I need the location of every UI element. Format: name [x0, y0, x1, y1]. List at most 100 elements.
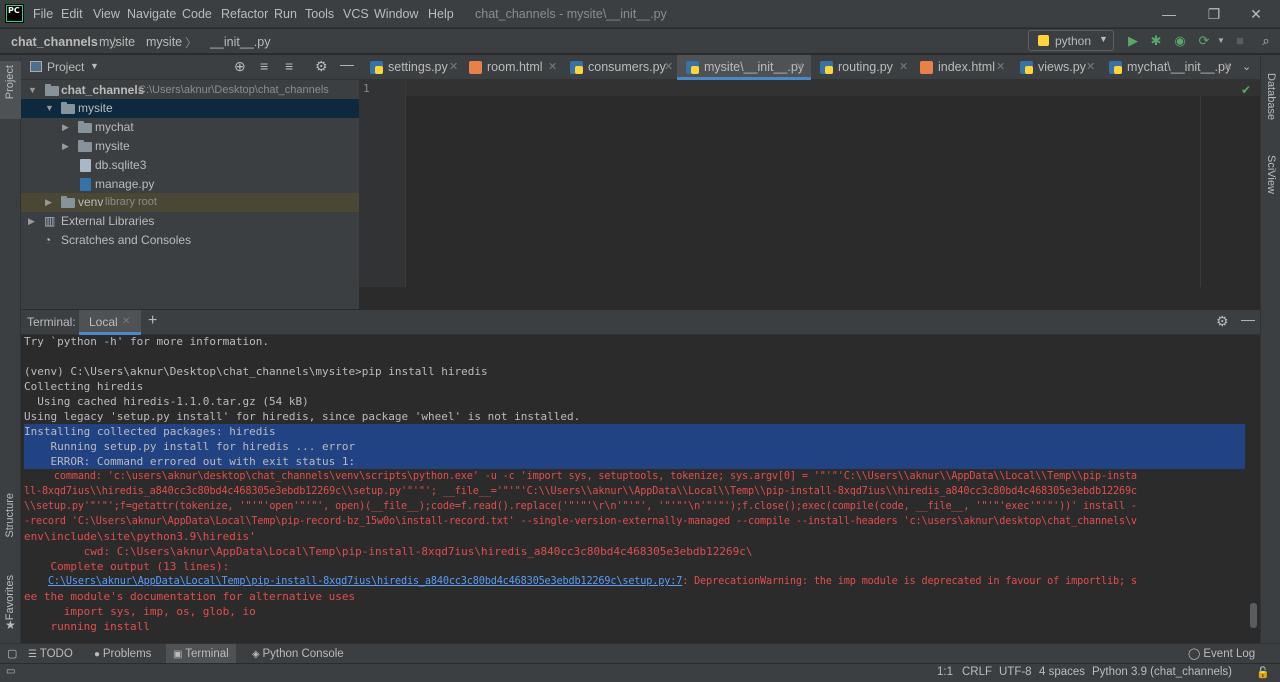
menu-file[interactable]: File	[33, 7, 53, 21]
close-tab-icon[interactable]: ✕	[122, 316, 130, 327]
tree-item-mysite[interactable]: ▼ mysite	[21, 99, 359, 118]
breadcrumb-project[interactable]: chat_channels	[11, 35, 98, 49]
tab-consumers[interactable]: consumers.py ✕	[561, 55, 678, 80]
breadcrumb-folder[interactable]: mysite	[99, 35, 135, 49]
minimize-button[interactable]: —	[1159, 4, 1179, 24]
tree-item-venv[interactable]: ▶ venv library root	[21, 193, 359, 212]
tab-mysite-init[interactable]: mysite\__init__.py ✕	[677, 55, 811, 80]
terminal-error-line: running install	[24, 620, 150, 633]
file-encoding[interactable]: UTF-8	[999, 666, 1032, 678]
terminal-scrollbar[interactable]	[1250, 603, 1257, 628]
tree-item-db[interactable]: db.sqlite3	[21, 156, 359, 175]
database-tool-tab[interactable]: Database	[1265, 73, 1277, 120]
coverage-icon[interactable]: ◉	[1172, 33, 1188, 49]
tree-item-mysite-sub[interactable]: ▶ mysite	[21, 137, 359, 156]
chevron-down-icon[interactable]: ▼	[1213, 33, 1229, 49]
tree-item-label: venv	[78, 195, 104, 209]
layout-icon[interactable]: ▢	[7, 646, 17, 663]
close-tab-icon[interactable]: ✕	[449, 55, 458, 80]
menu-navigate[interactable]: Navigate	[127, 7, 176, 21]
tab-settings[interactable]: settings.py ✕	[361, 55, 464, 80]
problems-icon: ●	[94, 649, 103, 660]
close-tab-icon[interactable]: ✕	[1223, 55, 1232, 80]
gear-icon[interactable]: ⚙	[315, 58, 328, 75]
chevron-down-icon: ▼	[28, 85, 37, 95]
tree-item-manage[interactable]: manage.py	[21, 175, 359, 194]
tab-routing[interactable]: routing.py ✕	[811, 55, 911, 80]
breadcrumb-subfolder[interactable]: mysite	[146, 35, 182, 49]
menu-view[interactable]: View	[93, 7, 120, 21]
database-file-icon	[80, 159, 91, 172]
hide-panel-icon[interactable]: —	[340, 56, 354, 72]
close-tab-icon[interactable]: ✕	[795, 55, 804, 80]
terminal-header: Terminal: Local ✕ + ⚙ —	[21, 310, 1260, 335]
tree-item-label: manage.py	[95, 177, 155, 191]
close-tab-icon[interactable]: ✕	[1086, 55, 1095, 80]
menu-window[interactable]: Window	[374, 7, 418, 21]
tab-label: routing.py	[838, 60, 893, 74]
close-tab-icon[interactable]: ✕	[996, 55, 1005, 80]
tab-label: room.html	[487, 60, 543, 74]
file-link[interactable]: C:\Users\aknur\AppData\Local\Temp\pip-in…	[48, 576, 682, 587]
line-separator[interactable]: CRLF	[962, 666, 992, 678]
folder-icon	[78, 140, 92, 152]
problems-tool-button[interactable]: ● Problems	[94, 646, 151, 663]
close-window-button[interactable]: ✕	[1246, 4, 1266, 24]
tree-item-mychat[interactable]: ▶ mychat	[21, 118, 359, 137]
favorites-tool-tab[interactable]: Favorites	[4, 575, 16, 620]
close-tab-icon[interactable]: ✕	[899, 55, 908, 80]
collapse-all-icon[interactable]: ≡	[285, 58, 293, 74]
chevron-down-icon[interactable]: ⌄	[1242, 60, 1251, 73]
menu-code[interactable]: Code	[182, 7, 212, 21]
terminal-tab-local[interactable]: Local ✕	[79, 310, 141, 335]
menu-help[interactable]: Help	[428, 7, 454, 21]
menu-edit[interactable]: Edit	[61, 7, 83, 21]
structure-tool-tab[interactable]: Structure	[4, 493, 16, 538]
tab-index[interactable]: index.html ✕	[911, 55, 1011, 80]
project-panel-title[interactable]: Project	[47, 60, 84, 74]
close-tab-icon[interactable]: ✕	[548, 55, 557, 80]
run-configuration-select[interactable]: python ▼	[1028, 30, 1114, 51]
tab-room[interactable]: room.html ✕	[460, 55, 564, 80]
profile-icon[interactable]: ⟳	[1196, 33, 1212, 49]
tab-views[interactable]: views.py ✕	[1011, 55, 1100, 80]
menu-refactor[interactable]: Refactor	[221, 7, 268, 21]
chevron-down-icon[interactable]: ▼	[90, 61, 99, 71]
terminal-output[interactable]: Try `python -h' for more information. (v…	[21, 335, 1260, 642]
python-console-label: Python Console	[262, 648, 344, 660]
event-log-tool-button[interactable]: ◯ Event Log	[1188, 646, 1255, 663]
caret-position[interactable]: 1:1	[937, 666, 953, 678]
tree-item-scratches[interactable]: ◔ Scratches and Consoles	[21, 231, 359, 250]
tab-mychat-init[interactable]: mychat\__init__.py ✕	[1100, 55, 1240, 80]
menu-vcs[interactable]: VCS	[343, 7, 369, 21]
sciview-tool-tab[interactable]: SciView	[1265, 155, 1277, 194]
hide-panel-icon[interactable]: —	[1241, 311, 1255, 327]
search-everywhere-icon[interactable]: ⌕	[1258, 33, 1274, 49]
terminal-line: Installing collected packages: hiredis	[24, 425, 276, 438]
gear-icon[interactable]: ⚙	[1216, 313, 1229, 330]
locate-icon[interactable]: ⊕	[234, 58, 246, 75]
tree-item-root[interactable]: ▼ chat_channels C:\Users\aknur\Desktop\c…	[21, 81, 359, 100]
menu-run[interactable]: Run	[274, 7, 297, 21]
tree-item-external-libraries[interactable]: ▶ ▥ External Libraries	[21, 212, 359, 231]
breadcrumb-file[interactable]: __init__.py	[210, 35, 270, 49]
python-console-tool-button[interactable]: ◈ Python Console	[252, 646, 344, 663]
expand-all-icon[interactable]: ≡	[260, 58, 268, 74]
stop-icon[interactable]: ■	[1232, 33, 1248, 49]
run-icon[interactable]: ▶	[1125, 33, 1141, 49]
project-tool-tab[interactable]: Project	[4, 65, 16, 99]
todo-tool-button[interactable]: ☰ TODO	[28, 646, 73, 663]
add-terminal-icon[interactable]: +	[148, 312, 157, 330]
python-file-icon	[570, 61, 583, 74]
close-tab-icon[interactable]: ✕	[664, 55, 673, 80]
menu-tools[interactable]: Tools	[305, 7, 334, 21]
line-number: 1	[363, 82, 370, 95]
status-bar: ▭ 1:1 CRLF UTF-8 4 spaces Python 3.9 (ch…	[0, 663, 1280, 682]
maximize-button[interactable]: ❐	[1204, 4, 1224, 24]
debug-icon[interactable]: ✱	[1148, 33, 1164, 49]
indent-setting[interactable]: 4 spaces	[1039, 666, 1085, 678]
python-interpreter[interactable]: Python 3.9 (chat_channels)	[1092, 666, 1232, 678]
terminal-tool-button[interactable]: ▣ Terminal	[166, 644, 236, 664]
window-layout-icon[interactable]: ▭	[6, 666, 15, 677]
lock-icon[interactable]: 🔓	[1256, 666, 1270, 679]
